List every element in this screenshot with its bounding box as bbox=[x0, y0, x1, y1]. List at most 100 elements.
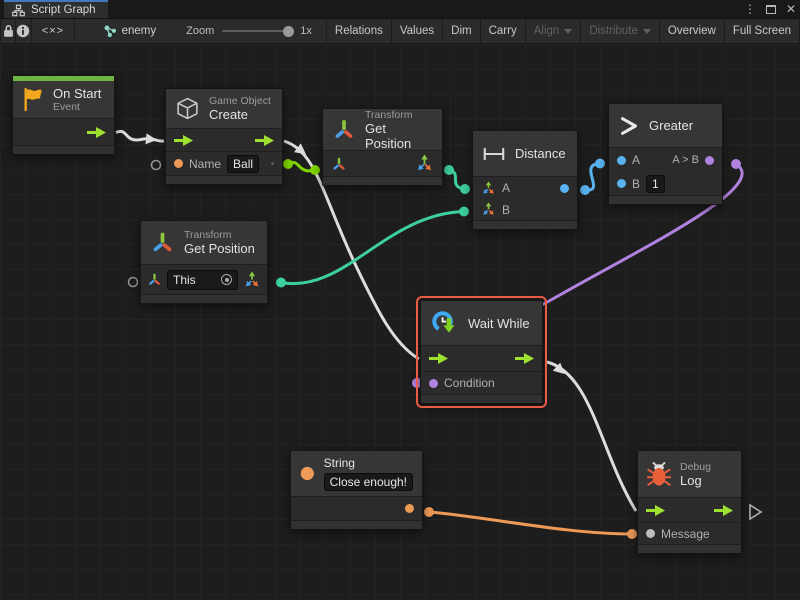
graph-canvas[interactable]: On Start Event Game Object Create bbox=[0, 44, 800, 600]
info-button[interactable] bbox=[16, 19, 32, 43]
node-footer bbox=[609, 196, 722, 204]
dim-button[interactable]: Dim bbox=[443, 19, 480, 43]
port-label: Name bbox=[189, 157, 221, 171]
node-title: Get Position bbox=[365, 121, 433, 151]
node-get-position-bottom[interactable]: Transform Get Position This bbox=[140, 220, 268, 304]
node-category: Game Object bbox=[209, 95, 271, 107]
name-value-field[interactable]: Ball bbox=[227, 155, 259, 173]
control-input-port[interactable] bbox=[174, 135, 193, 146]
node-category: Debug bbox=[680, 461, 711, 473]
vector-input-port-a[interactable] bbox=[481, 181, 496, 196]
number-input-port-a[interactable] bbox=[617, 156, 626, 165]
script-graph-icon bbox=[12, 4, 25, 17]
wire-endpoint bbox=[580, 185, 590, 195]
chevron-down-icon bbox=[643, 29, 651, 34]
values-button[interactable]: Values bbox=[392, 19, 443, 43]
node-get-position-top[interactable]: Transform Get Position bbox=[322, 108, 443, 186]
node-category: Transform bbox=[184, 229, 255, 241]
node-footer bbox=[166, 176, 282, 184]
node-title: Log bbox=[680, 473, 711, 488]
node-category: Transform bbox=[365, 109, 433, 121]
wait-while-icon bbox=[430, 309, 459, 338]
vector-output-port[interactable] bbox=[415, 154, 434, 173]
target-object-field[interactable]: This bbox=[167, 270, 238, 290]
node-footer bbox=[13, 146, 114, 154]
overview-button[interactable]: Overview bbox=[660, 19, 725, 43]
wire-endpoint bbox=[424, 507, 434, 517]
object-picker-icon[interactable] bbox=[221, 274, 232, 285]
maximize-icon[interactable] bbox=[766, 5, 776, 14]
node-debug-log[interactable]: Debug Log Message bbox=[637, 450, 742, 554]
number-input-port-b[interactable] bbox=[617, 179, 626, 188]
node-string-literal[interactable]: String Close enough! bbox=[290, 450, 423, 530]
string-value-field[interactable]: Close enough! bbox=[324, 473, 413, 491]
fullscreen-button[interactable]: Full Screen bbox=[725, 19, 800, 43]
transform-input-port[interactable] bbox=[331, 156, 347, 172]
node-create-gameobject[interactable]: Game Object Create Name Ball bbox=[165, 88, 283, 185]
node-title: Wait While bbox=[468, 316, 530, 331]
code-view-button[interactable]: <×> bbox=[32, 19, 75, 43]
unconnected-flow-triangle[interactable] bbox=[750, 505, 761, 519]
string-output-port[interactable] bbox=[405, 504, 414, 513]
wire-endpoint bbox=[444, 165, 454, 175]
chevron-down-icon bbox=[564, 29, 572, 34]
node-footer bbox=[638, 545, 741, 553]
control-output-port[interactable] bbox=[87, 127, 106, 138]
gameobject-output-port[interactable] bbox=[271, 156, 274, 171]
flag-icon bbox=[22, 87, 44, 112]
info-icon bbox=[16, 24, 30, 38]
connection-waitwhile-log bbox=[547, 362, 636, 511]
control-output-port[interactable] bbox=[515, 353, 534, 364]
boolean-output-port[interactable] bbox=[705, 156, 714, 165]
control-output-port[interactable] bbox=[714, 505, 733, 516]
wire-endpoint bbox=[310, 165, 320, 175]
align-label: Align bbox=[534, 25, 560, 37]
gameobject-cube-icon bbox=[175, 96, 200, 121]
node-on-start[interactable]: On Start Event bbox=[12, 75, 115, 155]
control-input-port[interactable] bbox=[646, 505, 665, 516]
node-title: Distance bbox=[515, 146, 566, 161]
zoom-control: Zoom 1x bbox=[164, 19, 318, 43]
graph-breadcrumb[interactable]: enemy bbox=[95, 19, 165, 43]
control-output-port[interactable] bbox=[255, 135, 274, 146]
carry-button[interactable]: Carry bbox=[481, 19, 526, 43]
align-dropdown[interactable]: Align bbox=[526, 19, 582, 43]
close-icon[interactable]: ✕ bbox=[786, 0, 796, 18]
tab-title: Script Graph bbox=[31, 4, 96, 16]
transform-input-port[interactable] bbox=[147, 272, 162, 287]
transform-icon bbox=[332, 117, 356, 142]
node-title: Get Position bbox=[184, 241, 255, 256]
distance-icon bbox=[482, 146, 506, 162]
window-menu-icon[interactable]: ⋮ bbox=[744, 0, 756, 18]
message-input-port[interactable] bbox=[646, 529, 655, 538]
lock-button[interactable] bbox=[0, 19, 16, 43]
zoom-slider-handle[interactable] bbox=[283, 26, 294, 37]
greater-icon bbox=[618, 114, 640, 138]
node-distance[interactable]: Distance A B bbox=[472, 130, 578, 230]
node-footer bbox=[323, 177, 442, 185]
node-title: Greater bbox=[649, 118, 693, 133]
string-icon bbox=[300, 463, 315, 484]
vector-input-port-b[interactable] bbox=[481, 202, 496, 217]
node-footer bbox=[421, 395, 542, 403]
relations-button[interactable]: Relations bbox=[326, 19, 392, 43]
distribute-dropdown[interactable]: Distribute bbox=[581, 19, 660, 43]
control-input-port[interactable] bbox=[429, 353, 448, 364]
b-value-field[interactable]: 1 bbox=[646, 175, 665, 193]
target-value: This bbox=[173, 273, 196, 287]
node-wait-while[interactable]: Wait While Condition bbox=[420, 300, 543, 404]
node-greater[interactable]: Greater A A > B B 1 bbox=[608, 103, 723, 205]
wire-endpoint bbox=[627, 529, 637, 539]
number-output-port[interactable] bbox=[560, 184, 569, 193]
unconnected-port-ring[interactable] bbox=[152, 161, 161, 170]
string-input-port[interactable] bbox=[174, 159, 183, 168]
zoom-slider[interactable] bbox=[222, 30, 292, 32]
vector-output-port[interactable] bbox=[243, 271, 261, 289]
wire-endpoint bbox=[276, 278, 286, 288]
toolbar-spacer bbox=[75, 19, 95, 43]
condition-input-port[interactable] bbox=[429, 379, 438, 388]
unconnected-port-ring[interactable] bbox=[129, 278, 138, 287]
distribute-label: Distribute bbox=[589, 25, 638, 37]
graph-toolbar: <×> enemy Zoom 1x Relations Values Dim C… bbox=[0, 18, 800, 44]
tab-script-graph[interactable]: Script Graph bbox=[4, 0, 108, 18]
